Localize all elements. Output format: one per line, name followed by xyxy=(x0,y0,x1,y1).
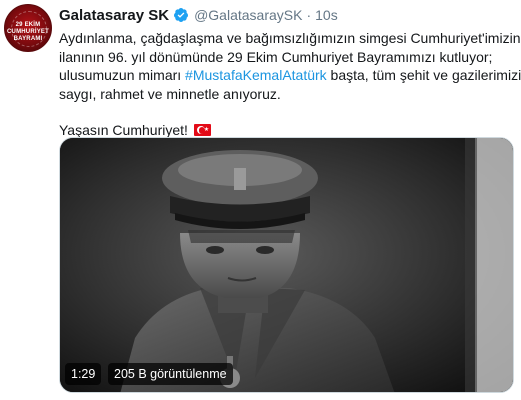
tweet-line-1: Aydınlanma, çağdaşlaşma ve bağımsızlığım… xyxy=(59,30,521,46)
closing-text: Yaşasın Cumhuriyet! xyxy=(59,122,188,138)
timestamp[interactable]: 10s xyxy=(315,7,338,23)
tweet: 29 EKİM CUMHURİYET BAYRAMI Galatasaray S… xyxy=(0,0,521,400)
video-frame xyxy=(60,138,513,392)
hashtag-link[interactable]: #MustafaKemalAtatürk xyxy=(185,67,327,83)
avatar-text: 29 EKİM CUMHURİYET BAYRAMI xyxy=(7,22,49,42)
video-views-badge: 205 B görüntülenme xyxy=(108,363,233,385)
video-player[interactable]: 1:29 205 B görüntülenme xyxy=(59,137,514,393)
tweet-line-3: ulusumuzun mimarı #MustafaKemalAtatürk b… xyxy=(59,66,521,85)
tweet-line-2: ilanının 96. yıl dönümünde 29 Ekim Cumhu… xyxy=(59,48,493,65)
video-duration-badge: 1:29 xyxy=(65,363,102,385)
verified-badge-icon xyxy=(174,8,189,22)
header-separator: · xyxy=(306,7,312,23)
handle[interactable]: @GalatasaraySK xyxy=(194,7,302,23)
tweet-text: Aydınlanma, çağdaşlaşma ve bağımsızlığım… xyxy=(59,29,521,140)
tweet-line-4: saygı, rahmet ve minnetle anıyoruz. xyxy=(59,85,281,102)
tweet-header: Galatasaray SK @GalatasaraySK · 10s xyxy=(59,5,338,25)
tweet-line-3-start: ulusumuzun mimarı xyxy=(59,67,186,83)
display-name[interactable]: Galatasaray SK xyxy=(59,7,169,24)
avatar[interactable]: 29 EKİM CUMHURİYET BAYRAMI xyxy=(4,4,52,52)
tweet-line-3-end: başta, tüm şehit ve gazilerimizi xyxy=(326,67,521,83)
turkey-flag-icon: ★ xyxy=(193,124,211,136)
